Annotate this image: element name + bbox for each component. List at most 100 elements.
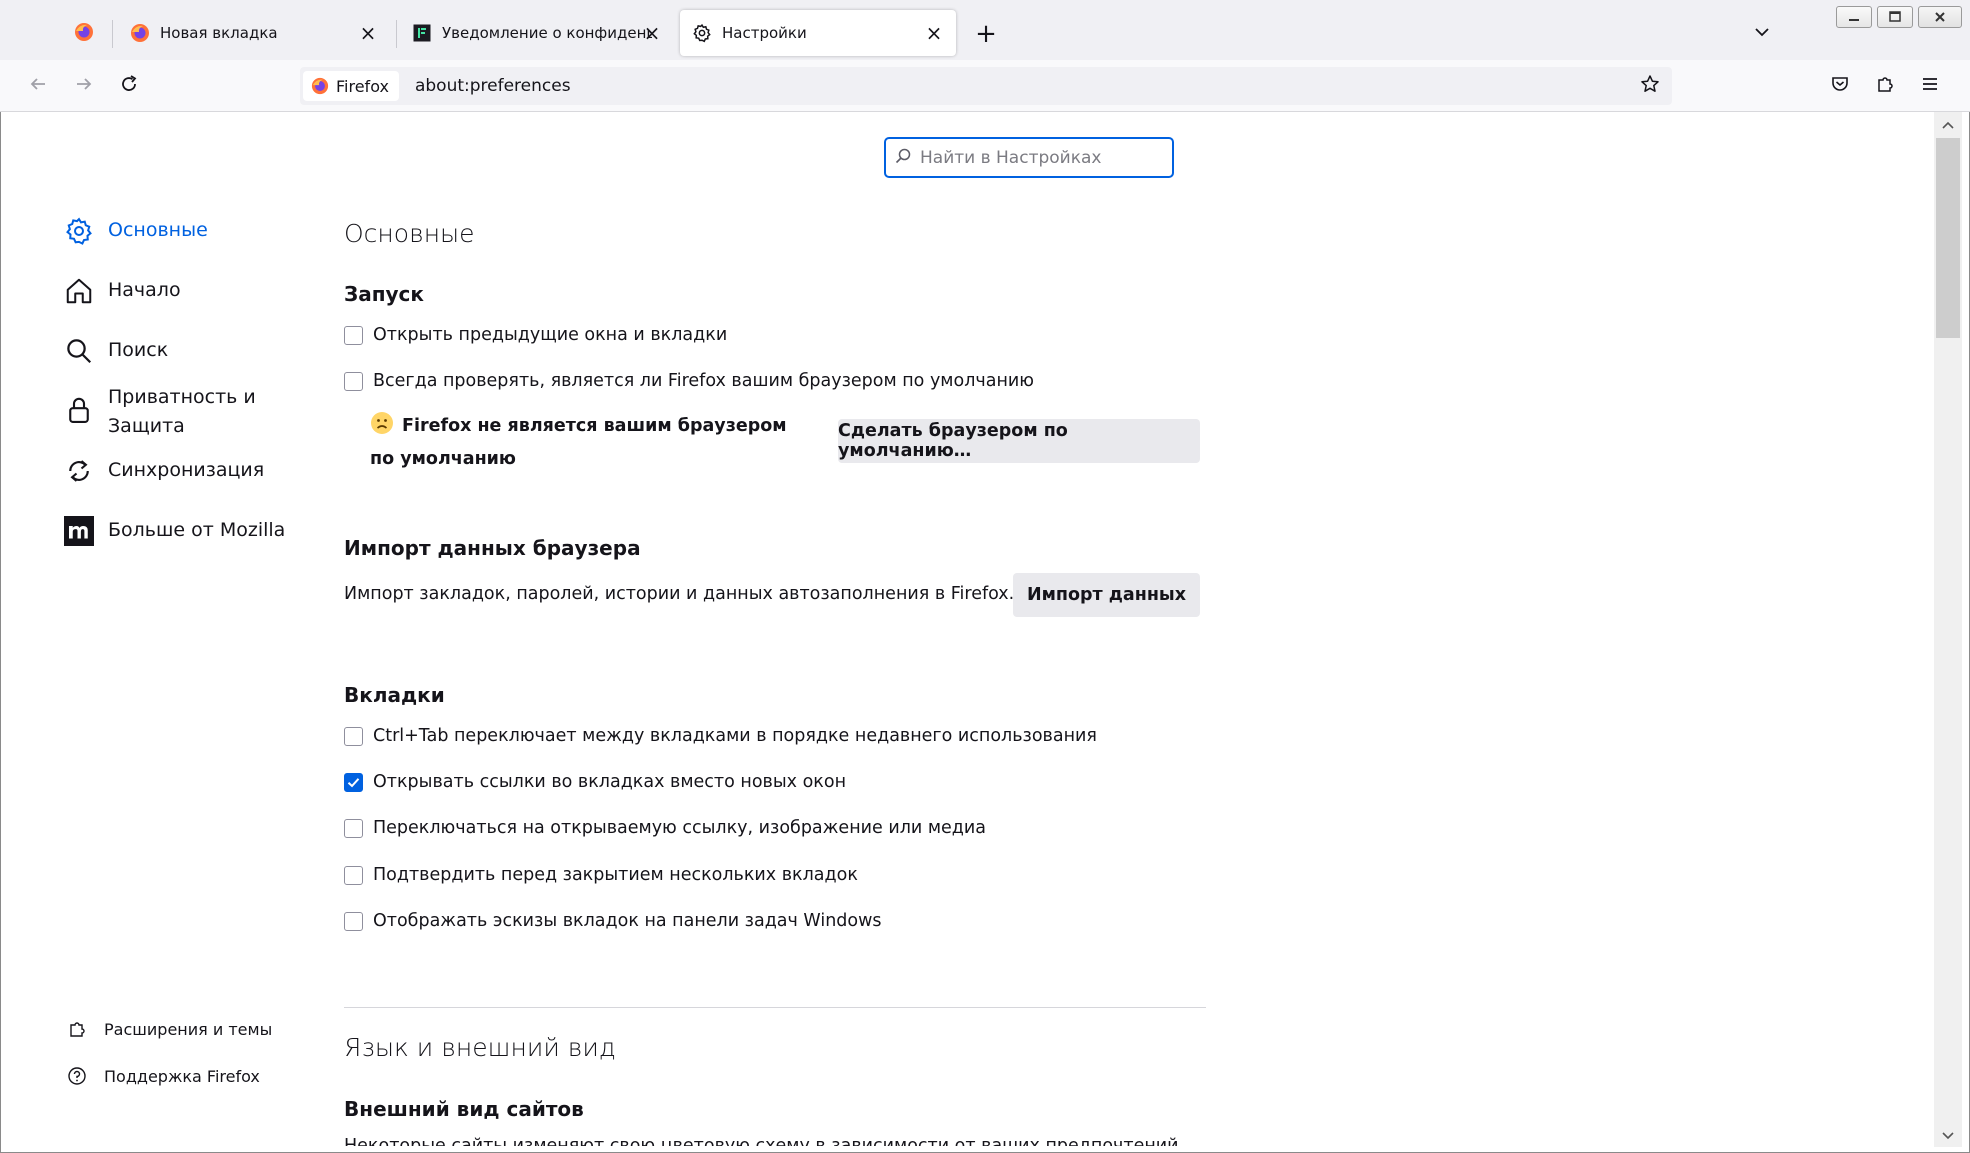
tab-privacy-notice[interactable]: Уведомление о конфиденциальности × xyxy=(400,10,666,56)
navigation-toolbar: Firefox about:preferences xyxy=(0,60,1970,112)
chevron-up-icon xyxy=(1941,115,1955,134)
settings-search-input[interactable] xyxy=(918,146,1158,169)
check-default-browser-option[interactable]: Всегда проверять, является ли Firefox ва… xyxy=(344,371,1034,391)
switch-to-new-tab-label: Переключаться на открываемую ссылку, изо… xyxy=(373,818,986,838)
warn-on-close-label: Подтвердить перед закрытием нескольких в… xyxy=(373,865,858,885)
help-icon xyxy=(66,1065,88,1087)
home-icon xyxy=(64,276,94,306)
lock-icon xyxy=(64,395,94,425)
checkmark-icon xyxy=(347,777,360,787)
vertical-scrollbar[interactable] xyxy=(1934,112,1962,1147)
taskbar-previews-option[interactable]: Отображать эскизы вкладок на панели зада… xyxy=(344,911,882,931)
section-divider xyxy=(344,1007,1206,1008)
mozilla-icon xyxy=(64,516,94,546)
identity-label: Firefox xyxy=(336,76,389,96)
import-heading: Импорт данных браузера xyxy=(344,536,641,560)
ctrl-tab-option[interactable]: Ctrl+Tab переключает между вкладками в п… xyxy=(344,726,1097,746)
new-tab-button[interactable]: + xyxy=(970,18,1002,50)
sad-face-icon xyxy=(370,411,394,435)
sync-icon xyxy=(64,456,94,486)
tabs-heading: Вкладки xyxy=(344,683,445,707)
sidebar-item-label: Больше от Mozilla xyxy=(108,519,286,541)
language-appearance-title: Язык и внешний вид xyxy=(344,1033,616,1062)
close-window-button[interactable] xyxy=(1918,6,1962,28)
open-links-in-tabs-checkbox[interactable] xyxy=(344,772,363,792)
puzzle-icon xyxy=(66,1018,88,1040)
pocket-icon xyxy=(1830,74,1850,98)
pinned-tab-firefox[interactable] xyxy=(62,14,106,54)
tab-title: Уведомление о конфиденциальности xyxy=(442,24,652,42)
close-tab-icon[interactable]: × xyxy=(358,21,378,45)
sidebar-item-label: Приватность и Защита xyxy=(108,386,256,437)
reload-button[interactable] xyxy=(113,70,145,102)
sidebar-item-general[interactable]: Основные xyxy=(64,216,208,246)
ctrl-tab-checkbox[interactable] xyxy=(344,726,363,746)
maximize-button[interactable] xyxy=(1877,6,1913,28)
warn-on-close-option[interactable]: Подтвердить перед закрытием нескольких в… xyxy=(344,865,858,885)
forward-button[interactable] xyxy=(68,70,100,102)
make-default-button[interactable]: Сделать браузером по умолчанию… xyxy=(838,419,1200,463)
firefox-icon xyxy=(74,22,94,46)
tab-title: Новая вкладка xyxy=(160,24,278,42)
sidebar-footer-label: Поддержка Firefox xyxy=(104,1066,260,1086)
tab-separator xyxy=(112,20,113,48)
identity-box[interactable]: Firefox xyxy=(303,71,399,101)
restore-session-option[interactable]: Открыть предыдущие окна и вкладки xyxy=(344,325,727,345)
arrow-right-icon xyxy=(74,74,94,98)
sidebar-extensions-themes-link[interactable]: Расширения и темы xyxy=(66,1018,272,1040)
import-description: Импорт закладок, паролей, истории и данн… xyxy=(344,584,1015,604)
close-tab-icon[interactable]: × xyxy=(642,21,662,45)
switch-to-new-tab-option[interactable]: Переключаться на открываемую ссылку, изо… xyxy=(344,818,986,838)
scroll-thumb[interactable] xyxy=(1936,138,1960,338)
privacy-notice-icon xyxy=(412,23,432,43)
sidebar-item-search[interactable]: Поиск xyxy=(64,336,168,366)
scroll-up-button[interactable] xyxy=(1934,112,1962,136)
check-default-browser-checkbox[interactable] xyxy=(344,371,363,391)
open-links-in-tabs-label: Открывать ссылки во вкладках вместо новы… xyxy=(373,772,847,792)
sidebar-item-privacy[interactable]: Приватность и Защита xyxy=(64,383,268,441)
sidebar-item-sync[interactable]: Синхронизация xyxy=(64,456,264,486)
list-all-tabs-button[interactable] xyxy=(1746,18,1778,50)
tab-new-tab[interactable]: Новая вкладка × xyxy=(118,10,390,56)
puzzle-icon xyxy=(1875,74,1895,98)
search-icon xyxy=(894,147,912,169)
url-text[interactable]: about:preferences xyxy=(415,76,571,96)
plus-icon: + xyxy=(975,19,997,49)
taskbar-previews-label: Отображать эскизы вкладок на панели зада… xyxy=(373,911,882,931)
close-tab-icon[interactable]: × xyxy=(924,21,944,45)
page-title: Основные xyxy=(344,219,475,248)
restore-session-checkbox[interactable] xyxy=(344,325,363,345)
chevron-down-icon xyxy=(1753,23,1771,45)
extensions-button[interactable] xyxy=(1869,70,1901,102)
hamburger-menu-icon xyxy=(1921,76,1939,96)
minimize-button[interactable] xyxy=(1836,6,1872,28)
website-appearance-description: Некоторые сайты изменяют свою цветовую с… xyxy=(344,1136,1185,1146)
maximize-icon xyxy=(1888,8,1902,27)
pocket-button[interactable] xyxy=(1824,70,1856,102)
settings-search-box[interactable] xyxy=(884,137,1174,178)
open-links-in-tabs-option[interactable]: Открывать ссылки во вкладках вместо новы… xyxy=(344,772,846,792)
sidebar-item-label: Синхронизация xyxy=(108,459,265,481)
scroll-down-button[interactable] xyxy=(1934,1123,1962,1147)
chevron-down-icon xyxy=(1941,1126,1955,1145)
gear-icon xyxy=(692,23,712,43)
import-data-button[interactable]: Импорт данных xyxy=(1013,573,1200,617)
tab-settings[interactable]: Настройки × xyxy=(680,10,956,56)
sidebar-item-home[interactable]: Начало xyxy=(64,276,181,306)
sidebar-firefox-support-link[interactable]: Поддержка Firefox xyxy=(66,1065,260,1087)
app-menu-button[interactable] xyxy=(1914,70,1946,102)
sidebar-footer-label: Расширения и темы xyxy=(104,1019,273,1039)
sidebar-item-label: Поиск xyxy=(108,339,169,361)
address-bar[interactable]: Firefox about:preferences xyxy=(300,67,1672,105)
firefox-icon xyxy=(311,77,329,95)
taskbar-previews-checkbox[interactable] xyxy=(344,911,363,931)
reload-icon xyxy=(119,74,139,98)
search-icon xyxy=(64,336,94,366)
switch-to-new-tab-checkbox[interactable] xyxy=(344,818,363,838)
sidebar-item-more-from-mozilla[interactable]: Больше от Mozilla xyxy=(64,516,285,546)
warn-on-close-checkbox[interactable] xyxy=(344,865,363,885)
tab-separator xyxy=(396,20,397,48)
back-button[interactable] xyxy=(22,70,54,102)
window-controls xyxy=(1836,6,1962,28)
bookmark-star-button[interactable] xyxy=(1636,72,1664,100)
